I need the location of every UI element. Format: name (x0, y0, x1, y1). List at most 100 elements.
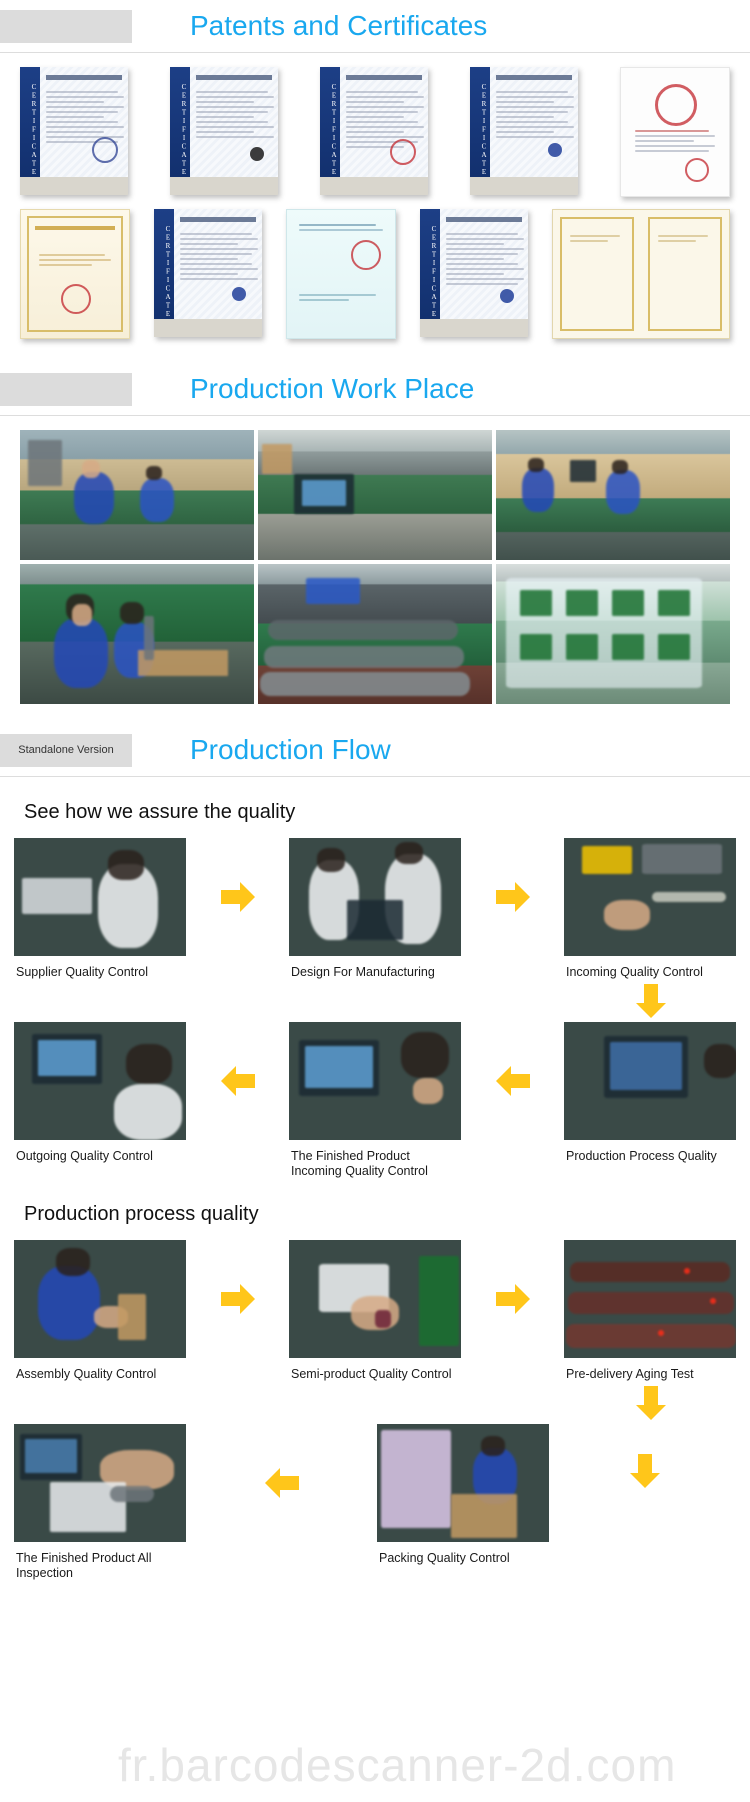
flow-title: Production Flow (190, 734, 391, 765)
arrow-down-icon (629, 1454, 660, 1488)
pcb-shape (658, 634, 690, 660)
certificate-double-page-book[interactable] (552, 209, 730, 339)
cable-shape (652, 892, 726, 902)
flow-thumbnail (14, 1240, 186, 1358)
monitor-shape (570, 460, 596, 482)
flow-semi-product-quality-control[interactable]: Semi-product Quality Control (289, 1240, 461, 1382)
flow-label: Semi-product Quality Control (291, 1367, 452, 1381)
certificate-spine-label: CERTIFICATE (180, 83, 188, 177)
certificate-emblem-icon (500, 289, 514, 303)
blue-crate-shape (306, 578, 360, 604)
worker-head-shape (528, 458, 544, 472)
pcb-shape (419, 1256, 459, 1346)
certificate-gold-border (27, 216, 123, 332)
certificate-verification-5[interactable]: CERTIFICATE (154, 209, 262, 337)
instrument-shape (642, 844, 722, 874)
flow-label: Production Process Quality (566, 1149, 717, 1163)
certificate-verification-6[interactable]: CERTIFICATE (420, 209, 528, 337)
flow-outgoing-quality-control[interactable]: Outgoing Quality Control (14, 1022, 186, 1164)
worker-head-shape (612, 460, 628, 474)
photo-workers-screwdriver[interactable] (20, 564, 254, 704)
worker-head-shape (704, 1044, 736, 1078)
screwdriver-shape (144, 616, 154, 660)
certificate-title-bar (446, 217, 522, 222)
screen-shape (305, 1046, 373, 1088)
certificate-spine-label: CERTIFICATE (330, 83, 338, 177)
led-icon (684, 1268, 690, 1274)
scanner-row-shape (570, 1262, 730, 1282)
certificate-foot (170, 177, 278, 195)
screen-shape (610, 1042, 682, 1090)
photo-smt-equipment[interactable] (258, 430, 492, 560)
certificates-gallery: CERTIFICATE CERTIFICATE CERTIFICATE CERT… (0, 53, 750, 363)
certificate-red-seal-award[interactable] (620, 67, 730, 197)
monitor-shape (347, 900, 403, 940)
screen-shape (38, 1040, 96, 1076)
hand-shape (604, 900, 650, 930)
flow-arrow-down-row (12, 984, 738, 1018)
flow-arrow-gap (188, 1022, 287, 1140)
flow-arrow-gap (463, 838, 562, 956)
shelf-shape (381, 1430, 451, 1528)
workplace-photo-row-2 (20, 564, 730, 704)
photo-scanner-array[interactable] (258, 564, 492, 704)
flow-label: Supplier Quality Control (16, 965, 149, 979)
flow-header-badge: Standalone Version (0, 733, 132, 767)
arrow-left-shape (220, 1066, 255, 1096)
flow-packing-quality-control[interactable]: Packing Quality Control (377, 1424, 549, 1566)
led-icon (658, 1330, 664, 1336)
flow-production-process-quality[interactable]: Production Process Quality (564, 1022, 736, 1164)
flow-arrow-gap (188, 1424, 375, 1542)
certificate-guangdong-gold[interactable] (20, 209, 130, 339)
flow-thumbnail (564, 1240, 736, 1358)
certificate-title-bar (196, 75, 272, 80)
flow-thumbnail (289, 1022, 461, 1140)
certificates-row-1: CERTIFICATE CERTIFICATE CERTIFICATE CERT… (20, 67, 730, 197)
photo-assembly-line-desks[interactable] (496, 430, 730, 560)
flow-incoming-quality-control[interactable]: Incoming Quality Control (564, 838, 736, 980)
worker-head-shape (481, 1436, 505, 1456)
certificate-text-lines (299, 224, 383, 234)
flow-thumbnail (14, 838, 186, 956)
certificate-title-bar (46, 75, 122, 80)
certificate-foot (154, 319, 262, 337)
flow-pre-delivery-aging-test[interactable]: Pre-delivery Aging Test (564, 1240, 736, 1382)
certificate-spine-label: CERTIFICATE (30, 83, 38, 177)
certificate-verification-4[interactable]: CERTIFICATE (470, 67, 578, 195)
certificate-verification-3[interactable]: CERTIFICATE (320, 67, 428, 195)
photo-pcb-trays[interactable] (496, 564, 730, 704)
workplace-header-badge (0, 372, 132, 406)
flow-group2-row2: The Finished Product All Inspection Pack… (12, 1424, 738, 1581)
certificate-text-lines (39, 254, 111, 269)
certificate-business-license[interactable] (286, 209, 396, 339)
certificates-section-header: Patents and Certificates (0, 0, 750, 53)
worker-shape (54, 618, 108, 688)
certificate-seal-icon (92, 137, 118, 163)
production-process-quality-heading: Production process quality (24, 1203, 259, 1225)
flow-supplier-quality-control[interactable]: Supplier Quality Control (14, 838, 186, 980)
screen-shape (302, 480, 346, 506)
arrow-down-icon (636, 1386, 666, 1420)
certificate-verification-2[interactable]: CERTIFICATE (170, 67, 278, 195)
cable-shape (110, 1486, 154, 1502)
flow-design-for-manufacturing[interactable]: Design For Manufacturing (289, 838, 461, 980)
certificate-title-bar (496, 75, 572, 80)
certificate-verification-1[interactable]: CERTIFICATE (20, 67, 128, 195)
flow-assembly-quality-control[interactable]: Assembly Quality Control (14, 1240, 186, 1382)
flow-finished-product-incoming-quality-control[interactable]: The Finished Product Incoming Quality Co… (289, 1022, 461, 1179)
photo-machining-shop[interactable] (20, 430, 254, 560)
machine-shape (28, 440, 62, 486)
arrow-left-shape (495, 1066, 530, 1096)
engineer-head-shape (395, 842, 423, 864)
certificate-spine-label: CERTIFICATE (480, 83, 488, 177)
arrow-right-shape (495, 1284, 530, 1314)
wristband-shape (375, 1310, 391, 1328)
product-shape (118, 1294, 146, 1340)
certificate-book-right-page (648, 217, 722, 331)
flow-section-header: Standalone Version Production Flow (0, 724, 750, 777)
certificate-foot (20, 177, 128, 195)
site-watermark: fr.barcodescanner-2d.com (118, 1739, 677, 1791)
flow-finished-product-all-inspection[interactable]: The Finished Product All Inspection (14, 1424, 186, 1581)
flow-thumbnail (14, 1424, 186, 1542)
carton-shape (451, 1494, 517, 1538)
